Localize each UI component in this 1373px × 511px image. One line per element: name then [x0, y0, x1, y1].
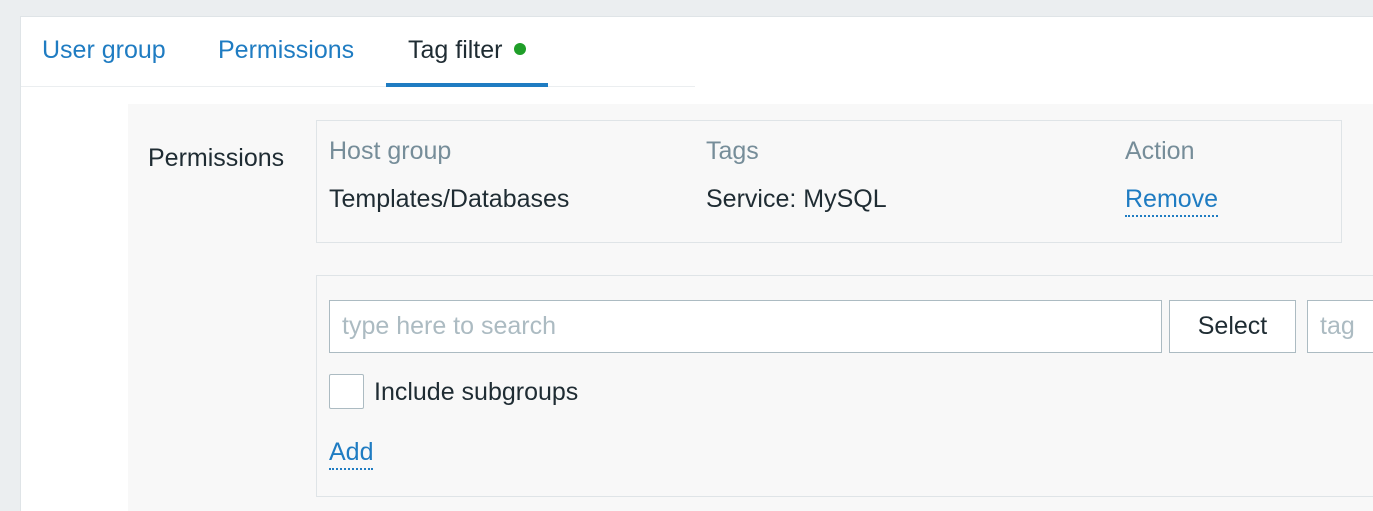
- remove-link[interactable]: Remove: [1125, 185, 1219, 217]
- include-subgroups-checkbox[interactable]: [329, 374, 364, 409]
- tab-permissions[interactable]: Permissions: [218, 17, 354, 87]
- tag-filter-table: Host group Tags Action Templates/Databas…: [316, 120, 1342, 243]
- tab-permissions-label: Permissions: [218, 36, 355, 64]
- column-header-host-group: Host group: [329, 137, 452, 165]
- user-group-form-panel: User group Permissions Tag filter Permis…: [20, 16, 1373, 511]
- tab-tag-filter[interactable]: Tag filter: [385, 17, 550, 87]
- include-subgroups-label[interactable]: Include subgroups: [374, 378, 578, 407]
- cell-host-group: Templates/Databases: [329, 185, 570, 213]
- cell-action: Remove: [1125, 185, 1219, 217]
- host-group-search-input[interactable]: [329, 300, 1162, 353]
- tab-bar: User group Permissions Tag filter: [21, 17, 695, 87]
- add-link-wrapper: Add: [329, 438, 374, 470]
- select-button[interactable]: Select: [1169, 300, 1296, 353]
- form-area: Permissions Host group Tags Action Templ…: [128, 104, 1373, 511]
- tab-tag-filter-label: Tag filter: [408, 36, 503, 64]
- cell-tags: Service: MySQL: [706, 185, 887, 213]
- column-header-action: Action: [1125, 137, 1195, 165]
- tab-user-group-label: User group: [42, 36, 166, 64]
- add-tag-filter-section: Select Include subgroups Add: [316, 275, 1373, 497]
- tag-input[interactable]: [1307, 300, 1373, 353]
- tab-user-group[interactable]: User group: [42, 17, 166, 87]
- add-link[interactable]: Add: [329, 438, 374, 470]
- column-header-tags: Tags: [706, 137, 759, 165]
- status-dot-icon: [514, 43, 527, 56]
- permissions-field-label: Permissions: [148, 144, 285, 172]
